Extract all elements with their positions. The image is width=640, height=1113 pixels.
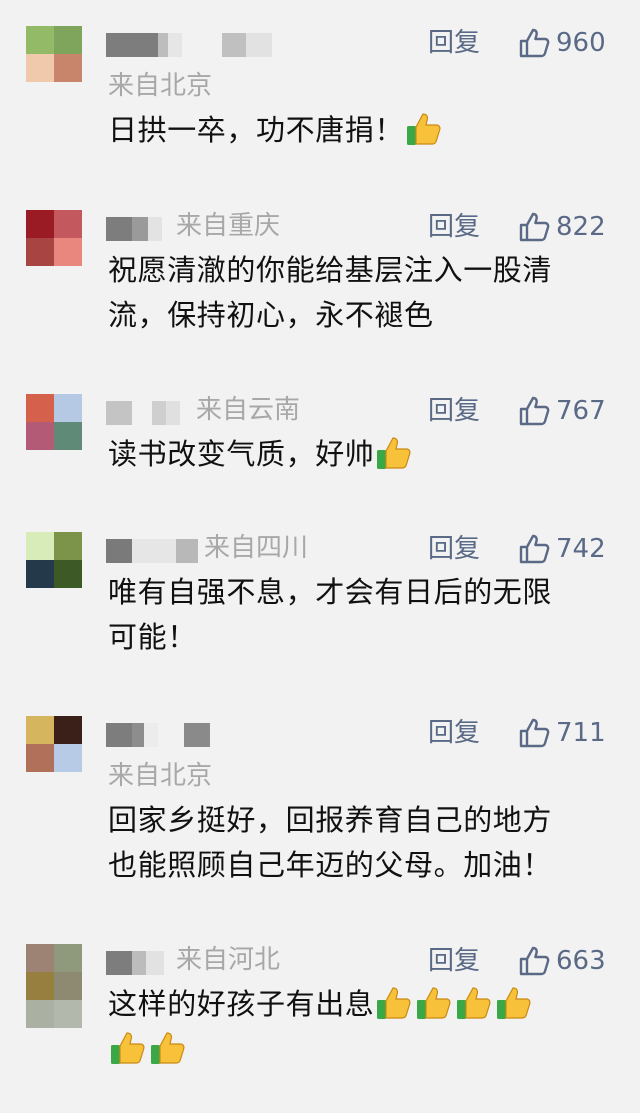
comment-line: 回家乡挺好，回报养育自己的地方 [108, 803, 553, 837]
location-label: 来自四川 [204, 533, 309, 563]
like-button[interactable]: 663 [518, 944, 606, 978]
avatar[interactable] [26, 210, 82, 266]
location-label: 来自北京 [108, 761, 213, 791]
like-count: 822 [556, 212, 606, 242]
comment-line: 日拱一卒，功不唐捐！ [108, 113, 405, 147]
avatar[interactable] [26, 532, 82, 588]
username-pixelated[interactable] [106, 720, 210, 750]
location-label: 来自云南 [196, 395, 301, 425]
comment-text: 祝愿清澈的你能给基层注入一股清 流，保持初心，永不褪色 [108, 248, 613, 338]
thumbs-up-emoji-icon [151, 1032, 185, 1064]
thumbs-up-icon [519, 396, 550, 426]
thumbs-up-emoji-icon [457, 987, 491, 1019]
like-button[interactable]: 767 [518, 394, 606, 428]
reply-button[interactable]: 回复 [428, 394, 480, 428]
comment-line: 可能！ [108, 620, 197, 654]
thumbs-up-emoji-icon [497, 987, 531, 1019]
avatar[interactable] [26, 716, 82, 772]
comment-text: 读书改变气质，好帅 [108, 432, 613, 477]
reply-button[interactable]: 回复 [428, 26, 480, 60]
username-pixelated[interactable] [106, 214, 162, 244]
thumbs-up-emoji-icon [377, 987, 411, 1019]
thumbs-up-emoji-icon [111, 1032, 145, 1064]
comment-line: 读书改变气质，好帅 [108, 437, 375, 471]
thumbs-up-emoji-icon [377, 437, 411, 469]
like-button[interactable]: 711 [518, 716, 606, 750]
like-button[interactable]: 742 [518, 532, 606, 566]
location-label: 来自北京 [108, 71, 213, 101]
username-pixelated[interactable] [106, 398, 180, 428]
comment-text: 唯有自强不息，才会有日后的无限 可能！ [108, 570, 613, 660]
comment-line: 这样的好孩子有出息 [108, 987, 375, 1021]
thumbs-up-icon [519, 946, 550, 976]
comment-text: 回家乡挺好，回报养育自己的地方 也能照顾自己年迈的父母。加油！ [108, 798, 613, 888]
comment-text: 日拱一卒，功不唐捐！ [108, 108, 613, 153]
like-count: 711 [556, 718, 606, 748]
thumbs-up-emoji-icon [417, 987, 451, 1019]
username-pixelated[interactable] [106, 536, 198, 566]
avatar[interactable] [26, 394, 82, 450]
thumbs-up-emoji-icon [407, 113, 441, 145]
reply-button[interactable]: 回复 [428, 716, 480, 750]
comment-line: 也能照顾自己年迈的父母。加油！ [108, 848, 553, 882]
comment-line: 祝愿清澈的你能给基层注入一股清 [108, 253, 553, 287]
thumbs-up-icon [519, 28, 550, 58]
like-count: 663 [556, 946, 606, 976]
like-count: 960 [556, 28, 606, 58]
location-label: 来自河北 [176, 945, 281, 975]
comment-line: 流，保持初心，永不褪色 [108, 298, 434, 332]
comment-text: 这样的好孩子有出息 [108, 982, 613, 1072]
like-count: 742 [556, 534, 606, 564]
avatar[interactable] [26, 944, 82, 1028]
thumbs-up-icon [519, 534, 550, 564]
reply-button[interactable]: 回复 [428, 532, 480, 566]
comment-line: 唯有自强不息，才会有日后的无限 [108, 575, 553, 609]
location-label: 来自重庆 [176, 211, 281, 241]
reply-button[interactable]: 回复 [428, 944, 480, 978]
thumbs-up-icon [519, 718, 550, 748]
like-button[interactable]: 960 [518, 26, 606, 60]
reply-button[interactable]: 回复 [428, 210, 480, 244]
username-pixelated[interactable] [106, 30, 272, 60]
avatar[interactable] [26, 26, 82, 82]
username-pixelated[interactable] [106, 948, 164, 978]
like-button[interactable]: 822 [518, 210, 606, 244]
comment-list: 来自北京 回复 960 日拱一卒，功不唐捐！ 来自重庆 回复 822 祝愿清澈的… [0, 0, 640, 1113]
thumbs-up-icon [519, 212, 550, 242]
like-count: 767 [556, 396, 606, 426]
